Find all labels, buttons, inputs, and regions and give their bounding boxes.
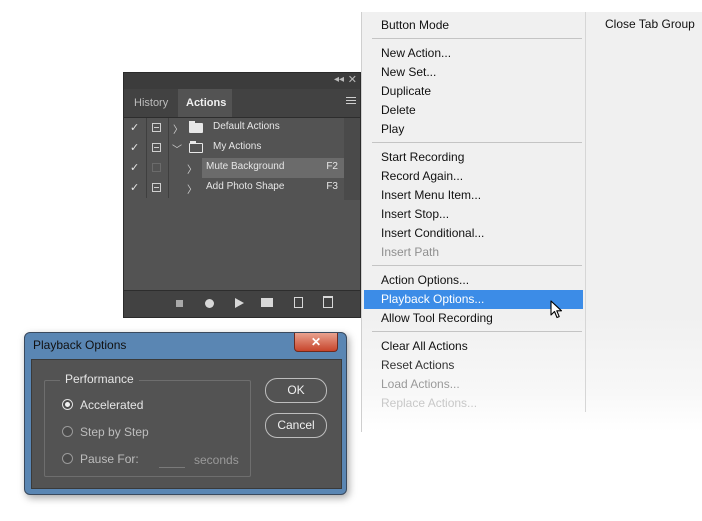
stop-icon[interactable] bbox=[176, 300, 183, 307]
chevron-right-icon[interactable]: 〉 bbox=[187, 161, 197, 176]
chevron-right-icon[interactable]: 〉 bbox=[187, 181, 197, 196]
check-icon[interactable]: ✓ bbox=[130, 122, 142, 134]
actions-panel: ◂◂ ✕ History Actions ✓ 〉 Default Actions… bbox=[123, 72, 361, 318]
panel-menu-icon[interactable] bbox=[346, 97, 356, 106]
seconds-unit-label: seconds bbox=[194, 453, 239, 467]
mouse-cursor-icon bbox=[550, 300, 563, 319]
dialog-toggle-icon[interactable] bbox=[152, 143, 161, 152]
scrollbar[interactable] bbox=[344, 118, 360, 200]
dialog-title: Playback Options bbox=[33, 338, 127, 352]
folder-icon bbox=[189, 121, 203, 133]
action-label: Default Actions bbox=[213, 121, 280, 132]
close-icon[interactable]: ✕ bbox=[348, 73, 357, 86]
record-icon[interactable] bbox=[205, 299, 214, 308]
tab-actions[interactable]: Actions bbox=[178, 89, 232, 117]
menu-item-insert-stop[interactable]: Insert Stop... bbox=[364, 205, 583, 224]
playback-options-dialog: Playback Options ✕ Performance Accelerat… bbox=[24, 332, 347, 495]
tab-history[interactable]: History bbox=[126, 89, 176, 117]
panel-toolbar bbox=[124, 290, 360, 317]
action-label: Add Photo Shape bbox=[206, 181, 285, 192]
check-icon[interactable]: ✓ bbox=[130, 182, 142, 194]
menu-item-reset-actions[interactable]: Reset Actions bbox=[364, 356, 583, 375]
function-key: F3 bbox=[326, 181, 338, 192]
check-icon[interactable]: ✓ bbox=[130, 142, 142, 154]
menu-item-delete[interactable]: Delete bbox=[364, 101, 583, 120]
dialog-close-button[interactable]: ✕ bbox=[294, 333, 338, 352]
ok-button[interactable]: OK bbox=[265, 378, 327, 403]
menu-item-load-actions[interactable]: Load Actions... bbox=[364, 375, 583, 394]
menu-item-action-options[interactable]: Action Options... bbox=[364, 271, 583, 290]
menu-item-clear-all-actions[interactable]: Clear All Actions bbox=[364, 337, 583, 356]
dialog-body: Performance Accelerated Step by Step Pau… bbox=[31, 359, 342, 489]
radio-button-icon[interactable] bbox=[62, 426, 73, 437]
menu-item-record-again[interactable]: Record Again... bbox=[364, 167, 583, 186]
menu-item-insert-path: Insert Path bbox=[381, 245, 440, 259]
action-label: Mute Background bbox=[206, 161, 285, 172]
new-action-icon[interactable] bbox=[294, 297, 303, 308]
menu-item-replace-actions[interactable]: Replace Actions... bbox=[364, 394, 583, 413]
menu-item-insert-conditional[interactable]: Insert Conditional... bbox=[364, 224, 583, 243]
radio-label: Accelerated bbox=[80, 398, 144, 412]
action-set-row[interactable]: ✓ 〉 Default Actions bbox=[124, 118, 346, 138]
menu-item-insert-menu-item[interactable]: Insert Menu Item... bbox=[364, 186, 583, 205]
radio-button-icon[interactable] bbox=[62, 453, 73, 464]
open-folder-icon bbox=[189, 141, 203, 153]
radio-label: Pause For: bbox=[80, 452, 139, 466]
cancel-button[interactable]: Cancel bbox=[265, 413, 327, 438]
action-set-row[interactable]: ✓ ﹀ My Actions bbox=[124, 138, 346, 158]
menu-item-start-recording[interactable]: Start Recording bbox=[364, 148, 583, 167]
chevron-right-icon[interactable]: 〉 bbox=[173, 121, 183, 136]
actions-list: ✓ 〉 Default Actions ✓ ﹀ My Actions ✓ 〉 M… bbox=[124, 118, 346, 198]
collapse-icon[interactable]: ◂◂ bbox=[334, 74, 344, 85]
action-row[interactable]: ✓ 〉 Mute Background F2 bbox=[124, 158, 346, 178]
new-set-folder-icon[interactable] bbox=[261, 298, 273, 307]
pause-seconds-input[interactable] bbox=[159, 467, 185, 468]
menu-item-close-tab-group[interactable]: Close Tab Group bbox=[605, 17, 695, 31]
panel-tabs: History Actions bbox=[124, 89, 360, 118]
chevron-down-icon[interactable]: ﹀ bbox=[172, 141, 182, 156]
menu-item-play[interactable]: Play bbox=[364, 120, 583, 139]
dialog-toggle-icon[interactable] bbox=[152, 123, 161, 132]
actions-flyout-menu: Button Mode New Action... New Set... Dup… bbox=[361, 12, 702, 432]
radio-button-icon[interactable] bbox=[62, 399, 73, 410]
menu-item-new-action[interactable]: New Action... bbox=[364, 44, 583, 63]
panel-header-bar: ◂◂ ✕ bbox=[124, 73, 360, 89]
action-row[interactable]: ✓ 〉 Add Photo Shape F3 bbox=[124, 178, 346, 198]
menu-item-duplicate[interactable]: Duplicate bbox=[364, 82, 583, 101]
dialog-toggle-icon[interactable] bbox=[152, 163, 161, 172]
function-key: F2 bbox=[326, 161, 338, 172]
radio-label: Step by Step bbox=[80, 425, 149, 439]
menu-item-button-mode[interactable]: Button Mode bbox=[364, 16, 583, 35]
performance-group-label: Performance bbox=[60, 372, 139, 386]
action-label: My Actions bbox=[213, 141, 262, 152]
dialog-toggle-icon[interactable] bbox=[152, 183, 161, 192]
play-icon[interactable] bbox=[235, 298, 244, 308]
menu-item-new-set[interactable]: New Set... bbox=[364, 63, 583, 82]
check-icon[interactable]: ✓ bbox=[130, 162, 142, 174]
trash-icon[interactable] bbox=[323, 296, 333, 308]
